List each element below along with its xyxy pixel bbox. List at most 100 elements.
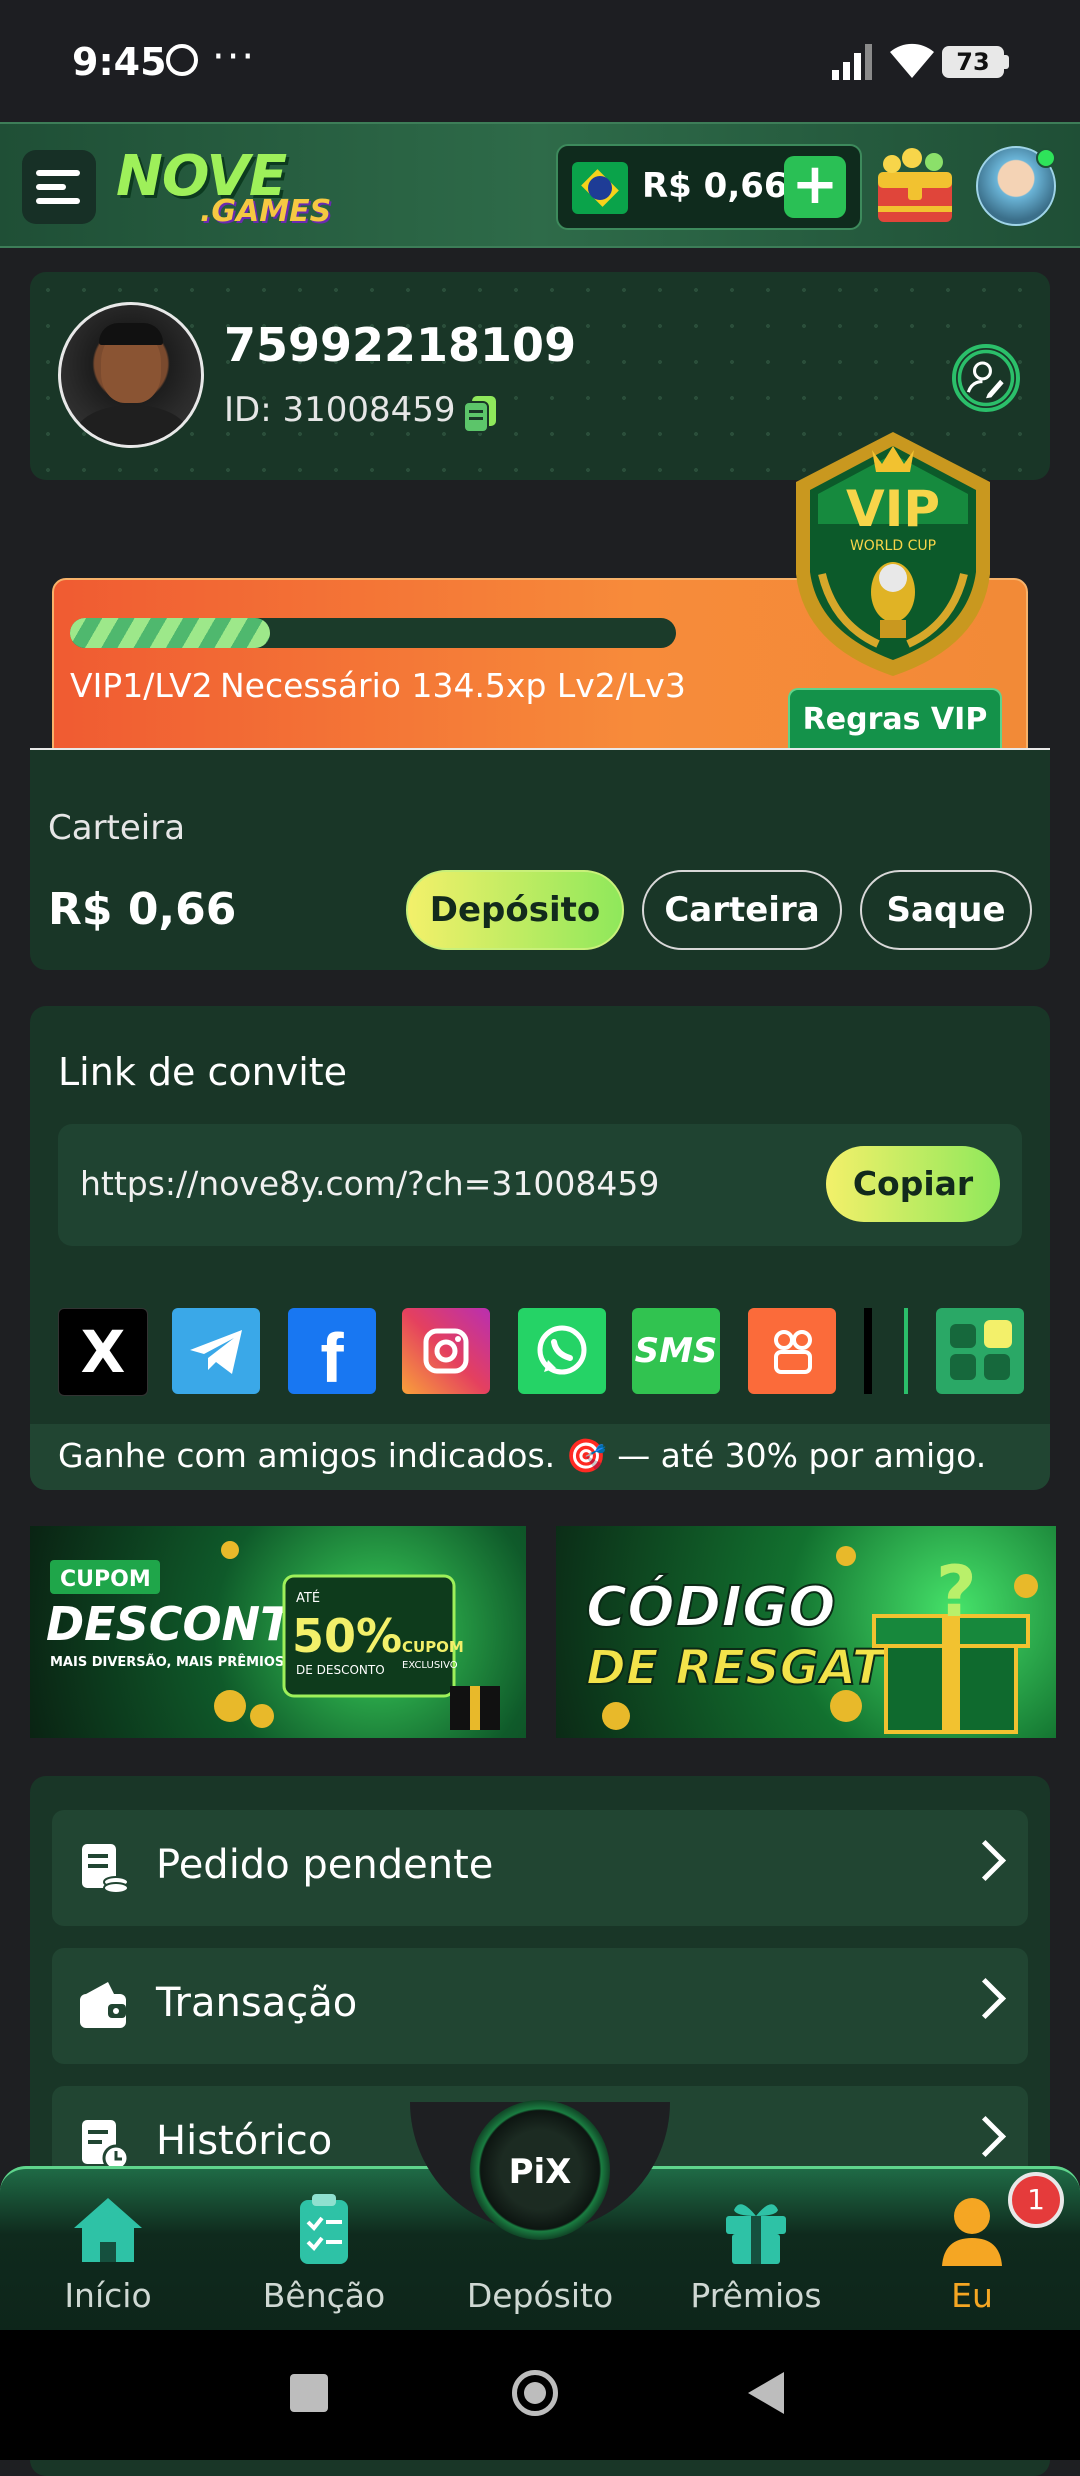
- share-sms-icon[interactable]: SMS: [632, 1308, 720, 1394]
- clipboard-icon: [300, 2194, 348, 2264]
- vip-world-cup-badge: VIP WORLD CUP: [796, 432, 990, 676]
- coupon-upto: ATÉ: [296, 1590, 320, 1606]
- telegram-icon: [190, 1330, 242, 1374]
- vip-progress-fill: [70, 618, 270, 648]
- treasure-chest-icon[interactable]: [872, 142, 958, 228]
- coupon-tag: CUPOM: [60, 1567, 151, 1592]
- withdraw-button[interactable]: Saque: [860, 870, 1032, 950]
- deposit-button[interactable]: Depósito: [406, 870, 624, 950]
- invite-footer-text: Ganhe com amigos indicados. 🎯 — até 30% …: [58, 1436, 987, 1475]
- vip-level: VIP1/LV2: [70, 666, 213, 705]
- wallet-amount: R$ 0,66: [48, 884, 237, 935]
- avatar-body: [75, 405, 189, 445]
- battery-tip: [1004, 55, 1009, 69]
- vip-badge-title: VIP: [846, 480, 940, 538]
- menu-item-label: Transação: [156, 1980, 358, 2026]
- menu-icon-line: [36, 184, 66, 190]
- share-telegram-icon[interactable]: [172, 1308, 260, 1394]
- edit-profile-icon[interactable]: [952, 344, 1020, 412]
- redeem-title-1: CÓDIGO: [586, 1575, 836, 1640]
- coupon-exclusive-sub: EXCLUSIVO: [402, 1660, 458, 1671]
- add-funds-button[interactable]: +: [784, 156, 846, 218]
- recents-button[interactable]: [290, 2374, 328, 2412]
- header-balance-amount: R$ 0,66: [642, 166, 788, 206]
- copy-icon[interactable]: [460, 394, 500, 434]
- invite-url[interactable]: https://nove8y.com/?ch=31008459: [80, 1164, 659, 1203]
- nav-label: Eu: [951, 2276, 993, 2315]
- status-time: 9:45: [72, 40, 167, 84]
- chevron-right-icon: [964, 1839, 1007, 1882]
- whatsapp-icon: [537, 1325, 587, 1375]
- nav-label: Prêmios: [690, 2276, 822, 2315]
- back-button[interactable]: [746, 2370, 786, 2416]
- wallet-label: Carteira: [48, 808, 186, 848]
- brazil-flag-icon: [572, 162, 628, 214]
- share-more-partial: [864, 1308, 872, 1394]
- instagram-icon: [423, 1328, 469, 1374]
- history-icon: [82, 2120, 130, 2172]
- share-whatsapp-icon[interactable]: [518, 1308, 606, 1394]
- wifi-icon: [890, 43, 934, 78]
- share-more-icon[interactable]: [936, 1308, 1024, 1394]
- user-id: ID: 31008459: [224, 390, 456, 430]
- signal-icon: [832, 44, 872, 80]
- header-balance[interactable]: R$ 0,66 +: [556, 144, 862, 230]
- coupon-subtitle: MAIS DIVERSÃO, MAIS PRÊMIOS!: [50, 1654, 290, 1670]
- app-header: NOVE .GAMES R$ 0,66 +: [0, 122, 1080, 248]
- menu-icon-line: [36, 170, 80, 176]
- chevron-right-icon: [964, 1977, 1007, 2020]
- wallet-icon: [80, 1982, 126, 2028]
- battery-icon: 73: [942, 46, 1004, 78]
- kwai-icon: [774, 1330, 812, 1374]
- pending-order-icon: [82, 1844, 129, 1894]
- vip-badge-subtitle: WORLD CUP: [850, 538, 936, 554]
- home-icon: [74, 2198, 142, 2262]
- coupon-banner-art: CUPOM DESCONTO MAIS DIVERSÃO, MAIS PRÊMI…: [46, 1541, 500, 1730]
- share-x-icon[interactable]: X: [58, 1308, 148, 1396]
- user-avatar[interactable]: [976, 146, 1056, 226]
- menu-item-label: Histórico: [156, 2118, 333, 2164]
- menu-icon-line: [36, 198, 80, 204]
- question-mark-icon: ?: [936, 1551, 977, 1633]
- profile-avatar[interactable]: [58, 302, 204, 448]
- vip-rules-button[interactable]: Regras VIP: [788, 688, 1002, 750]
- notification-badge: 1: [1008, 2172, 1064, 2228]
- nav-label: Início: [64, 2276, 152, 2315]
- menu-button[interactable]: [22, 150, 96, 224]
- grid-apps-icon: [950, 1320, 1012, 1380]
- menu-item-label: Pedido pendente: [156, 1842, 494, 1888]
- gift-icon: [726, 2204, 786, 2264]
- coupon-discount-banner[interactable]: CUPOM DESCONTO MAIS DIVERSÃO, MAIS PRÊMI…: [30, 1526, 526, 1738]
- share-instagram-icon[interactable]: [402, 1308, 490, 1394]
- menu-item-pending-order[interactable]: Pedido pendente: [52, 1810, 1028, 1926]
- more-notifications-icon: ···: [212, 34, 257, 80]
- nove-games-logo[interactable]: NOVE .GAMES: [112, 144, 342, 234]
- redeem-banner-art: CÓDIGO DE RESGATE ?: [585, 1546, 1038, 1734]
- invite-title: Link de convite: [58, 1050, 348, 1094]
- system-navigation-bar: [0, 2330, 1080, 2460]
- share-kwai-icon[interactable]: [748, 1308, 836, 1394]
- redeem-title-2: DE RESGATE: [586, 1640, 917, 1696]
- online-indicator: [1036, 148, 1056, 168]
- coupon-exclusive: CUPOM: [402, 1638, 464, 1656]
- nav-deposit[interactable]: Depósito: [460, 2186, 620, 2315]
- nav-home[interactable]: Início: [28, 2186, 188, 2315]
- nav-label: Depósito: [466, 2276, 614, 2315]
- menu-item-transaction[interactable]: Transação: [52, 1948, 1028, 2064]
- home-system-button[interactable]: [512, 2370, 558, 2416]
- chevron-right-icon: [964, 2115, 1007, 2158]
- status-bar: 9:45 ··· 73: [0, 0, 1080, 122]
- nav-blessing[interactable]: Bênção: [244, 2186, 404, 2315]
- share-facebook-icon[interactable]: f: [288, 1308, 376, 1397]
- share-separator: [904, 1308, 908, 1394]
- nav-label: Bênção: [262, 2276, 386, 2315]
- whatsapp-notification-icon: [166, 44, 198, 76]
- avatar-hair: [99, 323, 163, 345]
- username: 75992218109: [224, 318, 577, 372]
- redeem-code-banner[interactable]: CÓDIGO DE RESGATE ?: [556, 1526, 1056, 1738]
- vip-requirement: Necessário 134.5xp Lv2/Lv3: [220, 666, 686, 705]
- wallet-button[interactable]: Carteira: [642, 870, 842, 950]
- coupon-percent: 50%: [292, 1609, 402, 1663]
- nav-prizes[interactable]: Prêmios: [676, 2186, 836, 2315]
- copy-link-button[interactable]: Copiar: [826, 1146, 1000, 1222]
